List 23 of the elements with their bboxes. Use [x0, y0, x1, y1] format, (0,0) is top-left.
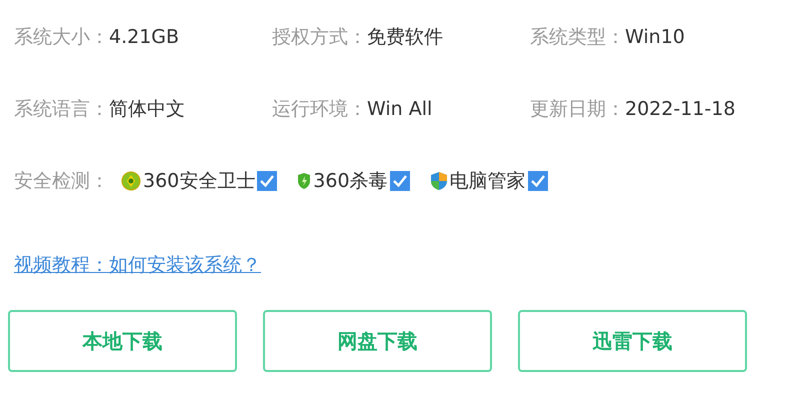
shield-ball-icon — [121, 171, 141, 191]
field-label: 系统类型： — [530, 25, 625, 50]
field-label: 更新日期： — [530, 97, 625, 122]
product-name: 360安全卫士 — [143, 169, 256, 194]
field-label: 授权方式： — [272, 25, 367, 50]
product-name: 电脑管家 — [450, 169, 526, 194]
download-button[interactable]: 迅雷下载 — [518, 310, 747, 372]
tutorial-link[interactable]: 视频教程：如何安装该系统？ — [14, 252, 261, 278]
field-value: 4.21GB — [109, 26, 180, 48]
field-label: 安全检测： — [14, 169, 109, 194]
product-name: 360杀毒 — [313, 169, 388, 194]
field-label: 系统语言： — [14, 97, 109, 122]
field-value: 简体中文 — [109, 97, 185, 122]
field-label: 系统大小： — [14, 25, 109, 50]
field-value: 免费软件 — [367, 25, 443, 50]
download-button[interactable]: 网盘下载 — [263, 310, 492, 372]
field-label: 运行环境： — [272, 97, 367, 122]
shield-icon — [297, 172, 312, 190]
shield-icon — [430, 171, 448, 191]
field-value: 2022-11-18 — [625, 98, 736, 120]
field-value: Win10 — [625, 26, 685, 48]
download-button[interactable]: 本地下载 — [8, 310, 237, 372]
field-value: Win All — [367, 98, 432, 120]
